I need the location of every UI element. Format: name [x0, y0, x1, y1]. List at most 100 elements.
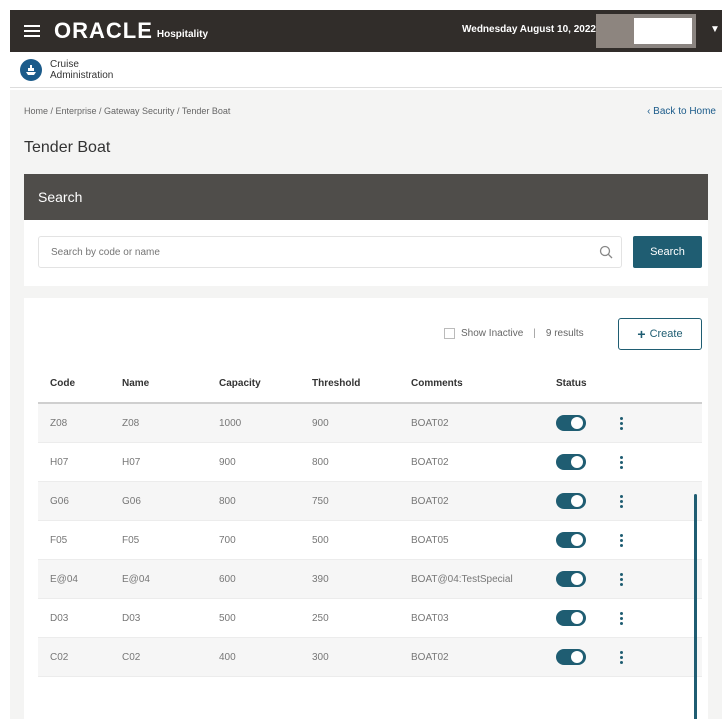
back-to-home-link[interactable]: ‹ Back to Home	[647, 106, 716, 117]
results-count: 9 results	[545, 328, 584, 339]
status-toggle[interactable]	[556, 493, 586, 509]
comments-cell: BOAT05	[411, 534, 449, 546]
status-cell	[544, 493, 614, 509]
table-row[interactable]: C02 C02 400 300 BOAT02	[38, 638, 702, 677]
status-toggle[interactable]	[556, 532, 586, 548]
toggle-knob	[571, 495, 583, 507]
user-name-field	[634, 18, 692, 44]
plus-icon: +	[637, 326, 646, 342]
code-cell: C02	[50, 651, 69, 663]
name-cell: C02	[122, 651, 141, 663]
create-button[interactable]: + Create	[618, 318, 702, 350]
status-toggle[interactable]	[556, 649, 586, 665]
status-toggle[interactable]	[556, 571, 586, 587]
code-cell: G06	[50, 495, 69, 507]
table-row[interactable]: Z08 Z08 1000 900 BOAT02	[38, 404, 702, 443]
status-cell	[544, 415, 614, 431]
toggle-knob	[571, 534, 583, 546]
page-content: Home / Enterprise / Gateway Security / T…	[10, 90, 722, 719]
table-row[interactable]: G06 G06 800 750 BOAT02	[38, 482, 702, 521]
column-header-capacity[interactable]: Capacity	[207, 378, 300, 389]
threshold-cell: 500	[312, 534, 329, 546]
name-cell: G06	[122, 495, 141, 507]
oracle-logo: ORACLE	[54, 18, 153, 43]
actions-cell	[614, 494, 654, 508]
status-cell	[544, 649, 614, 665]
table-row[interactable]: E@04 E@04 600 390 BOAT@04:TestSpecial	[38, 560, 702, 599]
code-cell: Z08	[50, 417, 68, 429]
app-name[interactable]: Cruise Administration	[50, 59, 113, 81]
comments-cell: BOAT02	[411, 456, 449, 468]
capacity-cell: 1000	[219, 417, 242, 429]
kebab-menu-icon[interactable]	[620, 572, 624, 586]
table-scrollbar[interactable]	[694, 494, 697, 719]
chevron-down-icon[interactable]: ▼	[710, 24, 720, 35]
hamburger-icon[interactable]	[24, 25, 40, 37]
column-header-threshold[interactable]: Threshold	[300, 378, 399, 389]
actions-cell	[614, 572, 654, 586]
name-cell: F05	[122, 534, 140, 546]
show-inactive-toggle[interactable]: Show Inactive | 9 results	[444, 328, 584, 339]
threshold-cell: 300	[312, 651, 329, 663]
status-cell	[544, 454, 614, 470]
hospitality-label: Hospitality	[156, 28, 209, 40]
column-header-code[interactable]: Code	[38, 378, 110, 389]
capacity-cell: 900	[219, 456, 236, 468]
capacity-cell: 600	[219, 573, 236, 585]
actions-cell	[614, 533, 654, 547]
column-header-status[interactable]: Status	[544, 378, 614, 389]
status-toggle[interactable]	[556, 415, 586, 431]
table-row[interactable]: D03 D03 500 250 BOAT03	[38, 599, 702, 638]
kebab-menu-icon[interactable]	[620, 455, 624, 469]
toggle-knob	[571, 612, 583, 624]
actions-cell	[614, 650, 654, 664]
search-button[interactable]: Search	[633, 236, 702, 268]
code-cell: H07	[50, 456, 69, 468]
kebab-menu-icon[interactable]	[620, 611, 624, 625]
threshold-cell: 900	[312, 417, 329, 429]
cruise-ship-icon[interactable]	[20, 58, 42, 81]
column-header-comments[interactable]: Comments	[399, 378, 544, 389]
name-cell: E@04	[122, 573, 150, 585]
code-cell: D03	[50, 612, 69, 624]
kebab-menu-icon[interactable]	[620, 650, 624, 664]
capacity-cell: 700	[219, 534, 236, 546]
kebab-menu-icon[interactable]	[620, 416, 624, 430]
current-date: Wednesday August 10, 2022	[462, 24, 596, 35]
user-menu[interactable]	[596, 14, 696, 48]
show-inactive-checkbox[interactable]	[444, 328, 455, 339]
app-bar: Cruise Administration	[10, 52, 722, 88]
search-icon[interactable]	[591, 245, 621, 259]
show-inactive-label: Show Inactive	[461, 328, 524, 339]
status-cell	[544, 610, 614, 626]
kebab-menu-icon[interactable]	[620, 533, 624, 547]
table-body: Z08 Z08 1000 900 BOAT02 H07 H07 900 800 BOAT02 G06…	[38, 404, 702, 677]
top-bar: ORACLE Hospitality Wednesday August 10, …	[10, 10, 722, 52]
status-cell	[544, 532, 614, 548]
search-box[interactable]	[38, 236, 622, 268]
status-cell	[544, 571, 614, 587]
status-toggle[interactable]	[556, 610, 586, 626]
column-header-name[interactable]: Name	[110, 378, 207, 389]
comments-cell: BOAT02	[411, 651, 449, 663]
capacity-cell: 800	[219, 495, 236, 507]
status-toggle[interactable]	[556, 454, 586, 470]
kebab-menu-icon[interactable]	[620, 494, 624, 508]
results-toolbar: Show Inactive | 9 results + Create	[24, 318, 708, 352]
page-title: Tender Boat	[24, 139, 111, 156]
toolbar-separator: |	[533, 328, 536, 339]
table-row[interactable]: H07 H07 900 800 BOAT02	[38, 443, 702, 482]
toggle-knob	[571, 417, 583, 429]
search-panel: Search Search	[24, 174, 708, 286]
comments-cell: BOAT02	[411, 417, 449, 429]
actions-cell	[614, 455, 654, 469]
threshold-cell: 750	[312, 495, 329, 507]
threshold-cell: 800	[312, 456, 329, 468]
name-cell: D03	[122, 612, 141, 624]
capacity-cell: 400	[219, 651, 236, 663]
name-cell: H07	[122, 456, 141, 468]
threshold-cell: 250	[312, 612, 329, 624]
search-input[interactable]	[39, 246, 591, 258]
table-row[interactable]: F05 F05 700 500 BOAT05	[38, 521, 702, 560]
breadcrumb[interactable]: Home / Enterprise / Gateway Security / T…	[24, 106, 230, 116]
